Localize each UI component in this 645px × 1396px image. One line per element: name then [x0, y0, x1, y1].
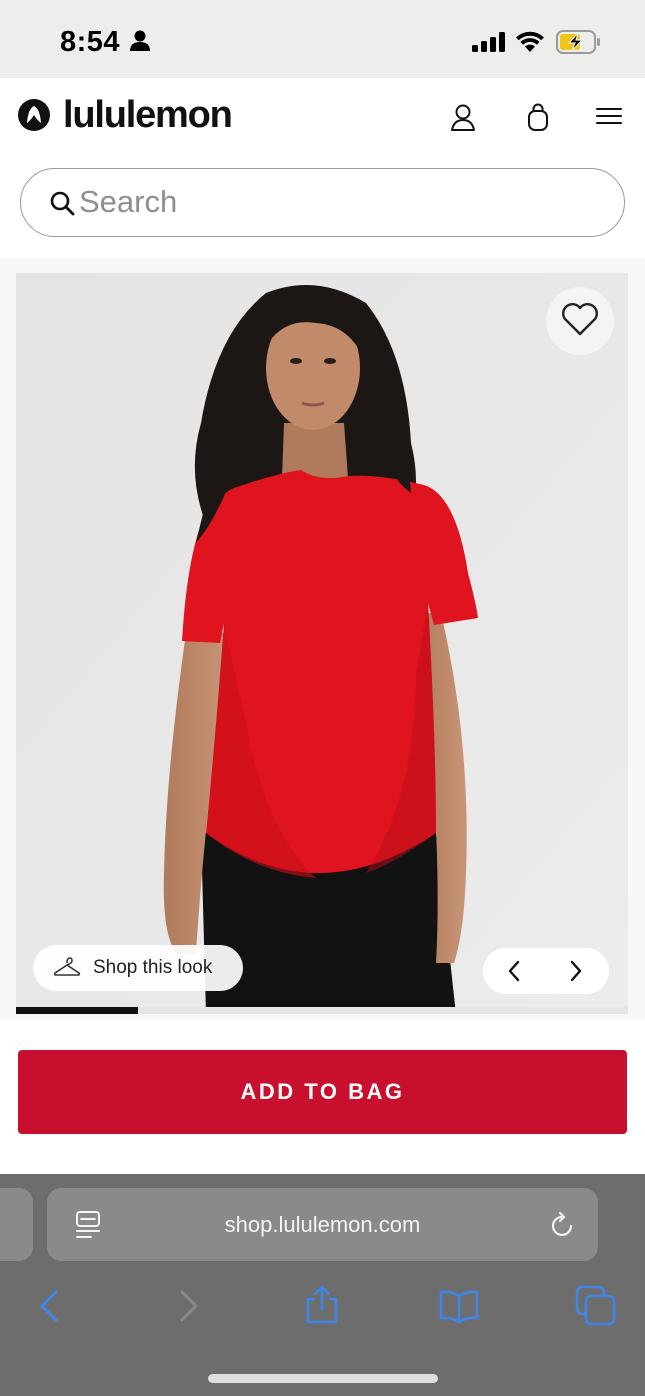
browser-chrome: shop.lululemon.com	[0, 1174, 645, 1396]
search-icon	[49, 190, 75, 221]
signal-icon	[472, 32, 506, 57]
forward-icon[interactable]	[168, 1284, 212, 1328]
reload-icon[interactable]	[549, 1210, 577, 1245]
shop-this-look-button[interactable]: Shop this look	[33, 945, 243, 991]
url-text: shop.lululemon.com	[224, 1212, 421, 1237]
image-nav-controls	[483, 948, 609, 994]
shopping-bag-icon[interactable]	[520, 100, 556, 136]
chevron-left-icon[interactable]	[503, 959, 527, 983]
tabs-icon[interactable]	[574, 1284, 618, 1328]
status-time: 8:54	[60, 26, 121, 58]
search-input[interactable]	[79, 177, 579, 227]
bookmarks-icon[interactable]	[437, 1284, 481, 1328]
chevron-right-icon[interactable]	[563, 959, 587, 983]
account-icon[interactable]	[445, 100, 481, 136]
previous-tab-peek[interactable]	[0, 1188, 33, 1261]
brand-wordmark[interactable]: lululemon	[63, 94, 233, 137]
status-bar: 8:54	[0, 0, 645, 78]
shop-this-look-label: Shop this look	[93, 957, 213, 978]
back-icon[interactable]	[30, 1284, 74, 1328]
hanger-icon	[53, 955, 81, 982]
favorite-button[interactable]	[546, 287, 614, 355]
wifi-icon	[514, 30, 546, 59]
product-gallery[interactable]: Shop this look	[16, 273, 628, 1014]
search-box[interactable]	[20, 168, 625, 237]
hamburger-menu-icon[interactable]	[592, 100, 628, 136]
heart-icon	[560, 301, 600, 342]
image-progress-track	[16, 1007, 628, 1014]
address-bar[interactable]: shop.lululemon.com	[47, 1188, 598, 1261]
battery-charging-icon	[556, 30, 602, 59]
lululemon-logo-icon[interactable]	[18, 99, 50, 136]
product-photo	[16, 273, 628, 1014]
add-to-bag-button[interactable]: ADD TO BAG	[18, 1050, 627, 1134]
share-icon[interactable]	[300, 1284, 344, 1328]
site-header: lululemon	[0, 78, 645, 156]
image-progress-fill	[16, 1007, 139, 1014]
search-section	[0, 156, 645, 258]
person-icon	[130, 30, 150, 57]
home-indicator[interactable]	[208, 1374, 438, 1383]
